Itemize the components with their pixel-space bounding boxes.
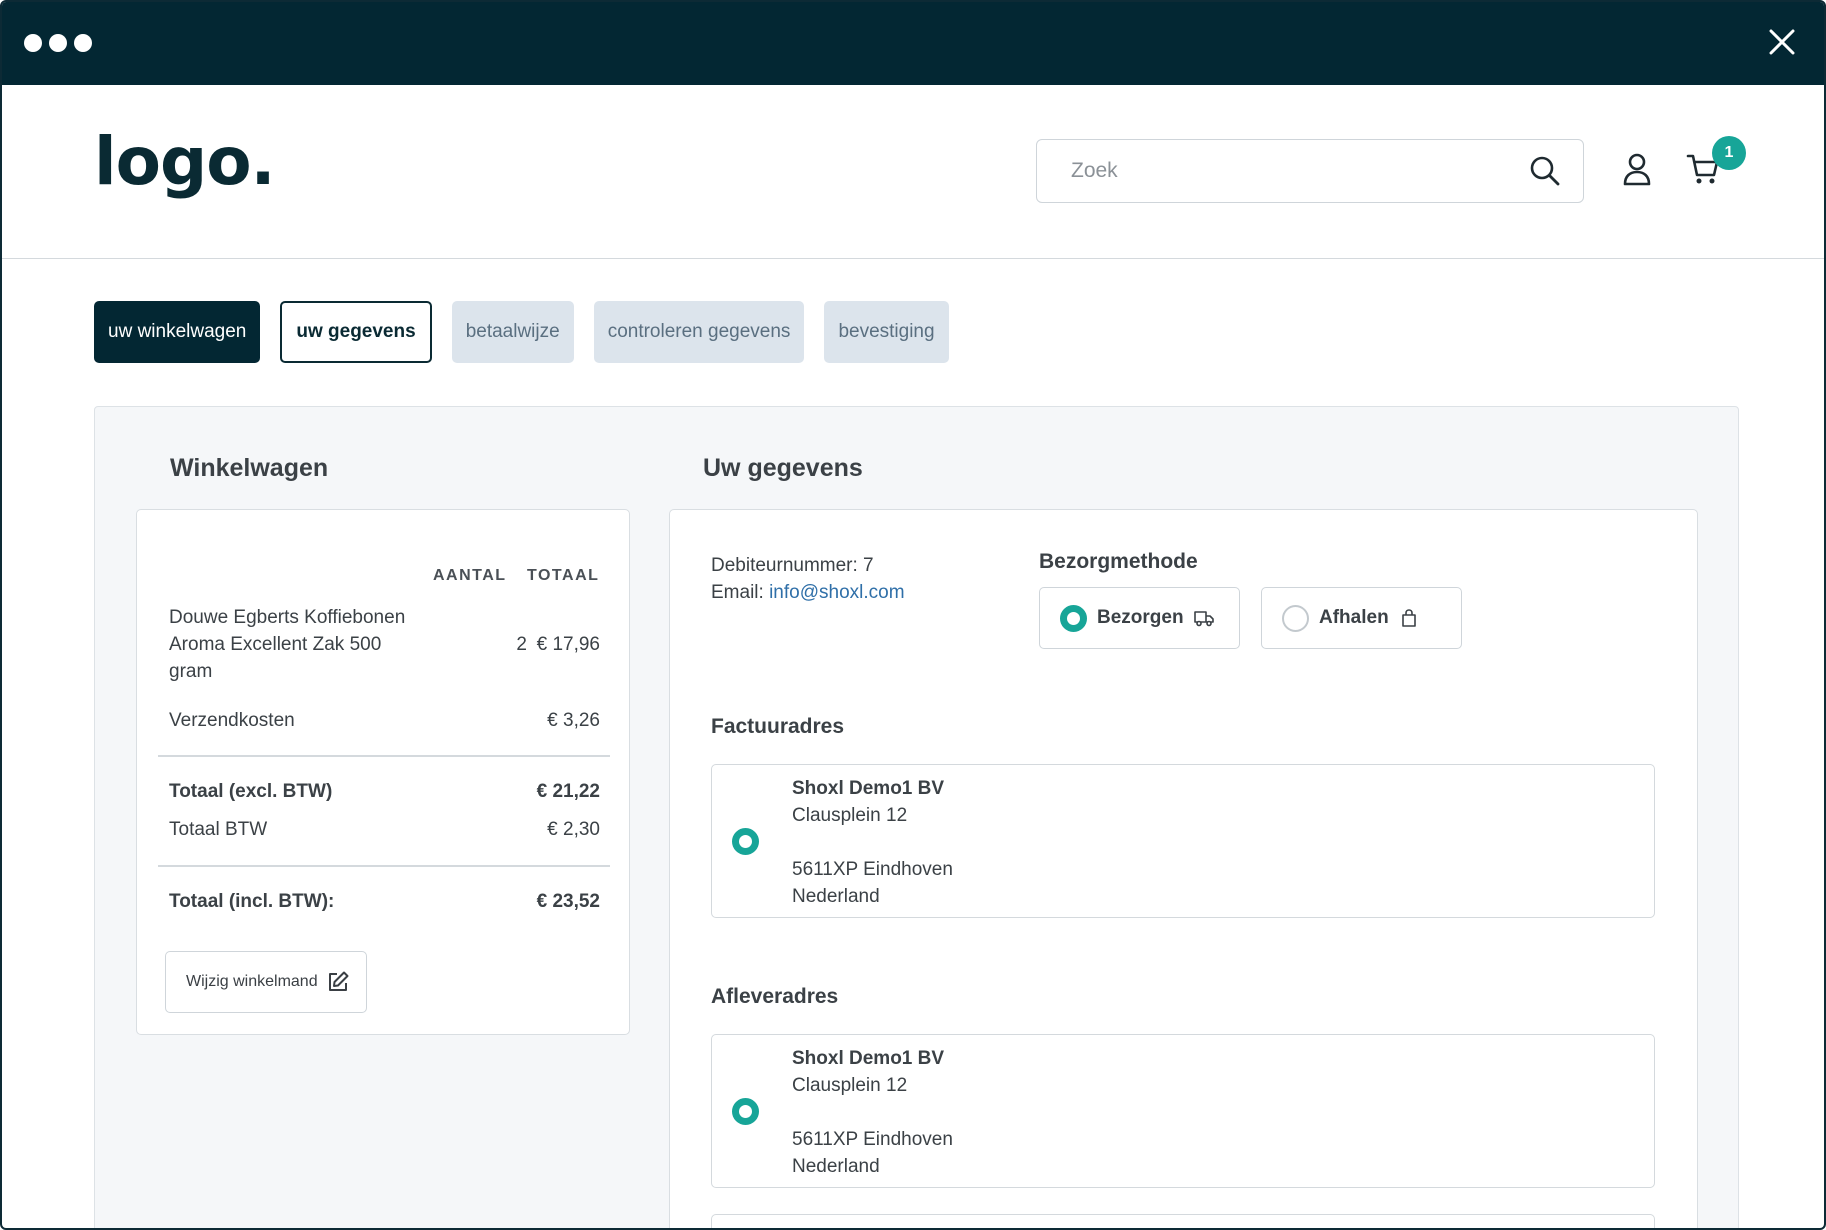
email-link[interactable]: info@shoxl.com [769, 582, 904, 603]
address-city: 5611XP Eindhoven [792, 859, 953, 880]
details-title: Uw gegevens [703, 454, 863, 482]
billing-address: Shoxl Demo1 BV Clausplein 12 5611XP Eind… [792, 775, 953, 910]
address-company: Shoxl Demo1 BV [792, 778, 945, 799]
radio-selected[interactable] [732, 828, 759, 855]
checkout-steps: uw winkelwagen uw gegevens betaalwijze c… [94, 301, 949, 363]
edit-cart-button[interactable]: Wijzig winkelmand [165, 951, 367, 1013]
step-details[interactable]: uw gegevens [280, 301, 432, 363]
window-dot[interactable] [24, 34, 42, 52]
search-box[interactable] [1036, 139, 1584, 203]
product-name: Douwe Egberts Koffiebonen Aroma Excellen… [169, 604, 429, 685]
browser-window: logo. 1 uw winkelwagen uw gegevens betaa… [0, 0, 1826, 1230]
delivery-option-label: Afhalen [1319, 607, 1389, 628]
product-total: € 17,96 [536, 634, 600, 655]
search-icon[interactable] [1529, 155, 1561, 187]
total-incl-value: € 23,52 [536, 891, 600, 912]
debtor-number: Debiteurnummer: 7 [711, 555, 874, 576]
bag-icon [1401, 609, 1416, 627]
subtotal-excl-value: € 21,22 [536, 781, 600, 802]
additional-address-option[interactable] [711, 1214, 1655, 1228]
address-country: Nederland [792, 1156, 880, 1177]
checkout-panel: Winkelwagen AANTAL TOTAAL Douwe Egberts … [94, 406, 1739, 1228]
product-name-line: gram [169, 661, 213, 682]
user-icon[interactable] [1622, 152, 1652, 186]
column-header-total: TOTAAL [527, 567, 600, 584]
divider [158, 755, 610, 757]
customer-details-card: Debiteurnummer: 7 Email: info@shoxl.com … [669, 509, 1698, 1228]
radio-unselected[interactable] [1282, 604, 1309, 632]
address-street: Clausplein 12 [792, 1075, 908, 1096]
vat-value: € 2,30 [547, 819, 600, 840]
window-dot[interactable] [49, 34, 67, 52]
delivery-method-title: Bezorgmethode [1039, 550, 1198, 573]
radio-selected[interactable] [732, 1098, 759, 1125]
shipping-address-option[interactable]: Shoxl Demo1 BV Clausplein 12 5611XP Eind… [711, 1034, 1655, 1188]
delivery-option-pickup[interactable]: Afhalen [1261, 587, 1462, 649]
cart-summary-card: AANTAL TOTAAL Douwe Egberts Koffiebonen … [136, 509, 630, 1035]
vat-label: Totaal BTW [169, 819, 268, 840]
search-input[interactable] [1071, 140, 1511, 202]
column-header-qty: AANTAL [433, 567, 507, 584]
delivery-option-label: Bezorgen [1097, 607, 1184, 628]
address-company: Shoxl Demo1 BV [792, 1048, 945, 1069]
edit-icon [328, 971, 349, 991]
address-city: 5611XP Eindhoven [792, 1129, 953, 1150]
product-name-line: Aroma Excellent Zak 500 [169, 634, 382, 655]
total-incl-label: Totaal (incl. BTW): [169, 891, 335, 912]
step-cart[interactable]: uw winkelwagen [94, 301, 261, 363]
close-icon[interactable] [1768, 28, 1796, 56]
email-label: Email: [711, 582, 764, 603]
shipping-cost-label: Verzendkosten [169, 710, 295, 731]
shipping-address: Shoxl Demo1 BV Clausplein 12 5611XP Eind… [792, 1045, 953, 1180]
shipping-address-title: Afleveradres [711, 985, 839, 1008]
shipping-cost-value: € 3,26 [547, 710, 600, 731]
truck-icon [1193, 611, 1214, 627]
address-country: Nederland [792, 886, 880, 907]
email-row: Email: info@shoxl.com [711, 579, 905, 606]
customer-meta: Debiteurnummer: 7 Email: info@shoxl.com [711, 552, 905, 606]
product-name-line: Douwe Egberts Koffiebonen [169, 607, 406, 628]
logo[interactable]: logo. [94, 129, 276, 195]
window-dot[interactable] [74, 34, 92, 52]
radio-selected[interactable] [1060, 604, 1087, 632]
subtotal-excl-label: Totaal (excl. BTW) [169, 781, 333, 802]
billing-address-option[interactable]: Shoxl Demo1 BV Clausplein 12 5611XP Eind… [711, 764, 1655, 918]
site-header: logo. 1 [2, 85, 1824, 259]
step-review: controleren gegevens [593, 301, 805, 363]
step-confirmation: bevestiging [824, 301, 949, 363]
delivery-option-deliver[interactable]: Bezorgen [1039, 587, 1240, 649]
address-street: Clausplein 12 [792, 805, 908, 826]
window-controls [24, 34, 92, 52]
cart-count-badge: 1 [1712, 136, 1746, 170]
window-titlebar [2, 2, 1824, 85]
step-payment: betaalwijze [451, 301, 574, 363]
cart-title: Winkelwagen [170, 454, 329, 482]
edit-cart-label: Wijzig winkelmand [186, 973, 318, 990]
divider [158, 865, 610, 867]
billing-address-title: Factuuradres [711, 715, 845, 738]
